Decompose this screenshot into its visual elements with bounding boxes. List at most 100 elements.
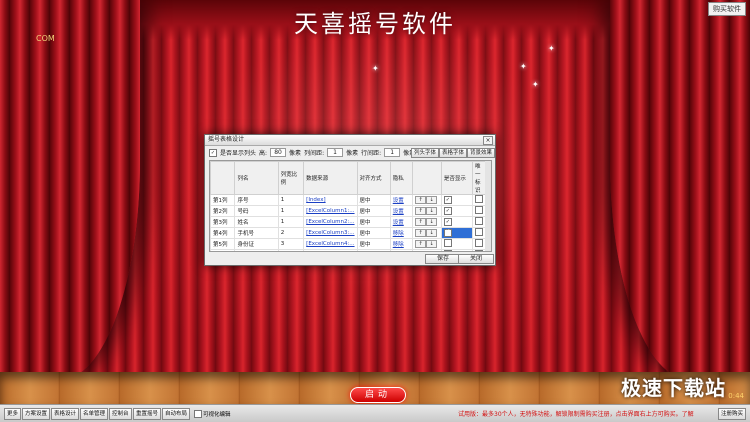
table-font-button[interactable]: 表格字体 bbox=[439, 148, 468, 158]
row-show-checkbox[interactable] bbox=[440, 238, 474, 250]
background-effect-button[interactable]: 背景效果 bbox=[467, 148, 495, 158]
save-button[interactable]: 保存 bbox=[425, 254, 461, 264]
show-check[interactable]: ✓ bbox=[443, 207, 452, 215]
unique-check[interactable] bbox=[475, 228, 483, 236]
row-data-source[interactable]: [ExcelColumn4:... bbox=[303, 238, 358, 250]
move-up-icon[interactable]: ↑ bbox=[415, 240, 427, 248]
unique-check[interactable] bbox=[475, 206, 483, 214]
table-row[interactable]: 第4列 手机号 2 [ExcelColumn3:... 居中 移除 ↑ ↓ 设 bbox=[210, 227, 486, 239]
row-data-source[interactable]: [ExcelColumn5:... bbox=[303, 249, 358, 251]
row-privacy-link[interactable]: 设置 bbox=[389, 216, 414, 228]
row-privacy-link[interactable]: 设置 bbox=[389, 194, 414, 206]
row-align-select[interactable]: 居中 bbox=[356, 194, 391, 206]
move-down-icon[interactable]: ↓ bbox=[426, 207, 438, 215]
table-row[interactable]: 第1列 序号 1 [Index] 居中 设置 ↑ ↓ ✓ bbox=[210, 194, 486, 206]
row-width-ratio[interactable]: 3 bbox=[277, 238, 305, 250]
move-down-icon[interactable]: ↓ bbox=[426, 240, 438, 248]
show-check[interactable]: ✓ bbox=[443, 218, 452, 226]
row-width-ratio[interactable]: 1 bbox=[277, 205, 305, 217]
row-privacy-link[interactable]: 设置 bbox=[389, 249, 414, 251]
buy-software-button[interactable]: 购买软件 bbox=[708, 2, 746, 16]
show-check[interactable]: 设 bbox=[443, 229, 452, 237]
row-show-checkbox[interactable]: 设 bbox=[440, 227, 474, 239]
move-up-icon[interactable]: ↑ bbox=[415, 207, 427, 215]
row-column-name[interactable]: 身份证 bbox=[234, 238, 279, 250]
row-data-source[interactable]: [Index] bbox=[303, 194, 358, 206]
show-check[interactable] bbox=[443, 250, 452, 251]
show-check[interactable] bbox=[443, 239, 452, 247]
table-design-button[interactable]: 表格设计 bbox=[51, 408, 80, 420]
row-privacy-link[interactable]: 设置 bbox=[389, 205, 414, 217]
console-button[interactable]: 控制台 bbox=[109, 408, 132, 420]
unique-check[interactable] bbox=[475, 239, 483, 247]
grid-header-row: 列名 列宽比例 数据来源 对齐方式 隐私 是否显示 唯一标识 bbox=[210, 161, 486, 195]
row-show-checkbox[interactable] bbox=[440, 249, 474, 251]
header-font-button[interactable]: 列头字体 bbox=[411, 148, 440, 158]
row-width-ratio[interactable]: 1 bbox=[277, 194, 305, 206]
table-row[interactable]: 第3列 姓名 1 [ExcelColumn2:... 居中 设置 ↑ ↓ ✓ bbox=[210, 216, 486, 228]
table-row[interactable]: 第2列 号码 1 [ExcelColumn1:... 居中 设置 ↑ ↓ ✓ bbox=[210, 205, 486, 217]
move-down-icon[interactable]: ↓ bbox=[426, 229, 438, 237]
row-align-select[interactable]: 居中 bbox=[356, 249, 391, 251]
row-width-ratio[interactable]: 1 bbox=[277, 216, 305, 228]
plan-settings-button[interactable]: 方案设置 bbox=[22, 408, 51, 420]
table-row[interactable]: 第6列证书编号2[ExcelColumn5:...居中设置↑↓ bbox=[210, 249, 486, 252]
close-icon[interactable]: × bbox=[483, 136, 493, 145]
row-privacy-link[interactable]: 移除 bbox=[389, 238, 414, 250]
register-purchase-button[interactable]: 注册购买 bbox=[717, 408, 746, 420]
visual-edit-checkbox[interactable] bbox=[194, 410, 202, 418]
bottom-toolbar: 更多 方案设置 表格设计 名单管理 控制台 重置摇号 自动布局 可视化编辑 试用… bbox=[0, 404, 750, 422]
unique-check[interactable] bbox=[475, 250, 483, 251]
move-down-icon[interactable]: ↓ bbox=[426, 251, 437, 252]
row-data-source[interactable]: [ExcelColumn3:... bbox=[303, 227, 358, 239]
move-up-icon[interactable]: ↑ bbox=[415, 251, 426, 252]
row-data-source[interactable]: [ExcelColumn2:... bbox=[303, 216, 358, 228]
row-align-select[interactable]: 居中 bbox=[356, 216, 391, 228]
show-check[interactable]: ✓ bbox=[443, 196, 452, 204]
row-unique-checkbox[interactable] bbox=[472, 216, 486, 228]
start-button[interactable]: 启动 bbox=[350, 387, 406, 403]
list-management-button[interactable]: 名单管理 bbox=[80, 408, 109, 420]
row-column-name[interactable]: 姓名 bbox=[234, 216, 279, 228]
row-show-checkbox[interactable]: ✓ bbox=[440, 194, 474, 206]
row-unique-checkbox[interactable] bbox=[472, 238, 486, 250]
more-button[interactable]: 更多 bbox=[4, 408, 22, 420]
move-up-icon[interactable]: ↑ bbox=[415, 196, 427, 204]
height-input[interactable]: 80 bbox=[270, 148, 287, 157]
auto-layout-button[interactable]: 自动布局 bbox=[162, 408, 191, 420]
row-column-name[interactable]: 序号 bbox=[234, 194, 279, 206]
row-column-index: 第1列 bbox=[210, 194, 236, 206]
row-data-source[interactable]: [ExcelColumn1:... bbox=[303, 205, 358, 217]
row-align-select[interactable]: 居中 bbox=[356, 238, 391, 250]
row-unique-checkbox[interactable] bbox=[472, 227, 486, 239]
row-unique-checkbox[interactable] bbox=[472, 249, 486, 251]
row-privacy-link[interactable]: 移除 bbox=[389, 227, 414, 239]
row-column-name[interactable]: 证书编号 bbox=[234, 249, 279, 251]
row-align-select[interactable]: 居中 bbox=[356, 227, 391, 239]
move-up-icon[interactable]: ↑ bbox=[415, 229, 427, 237]
countdown-display: 0:44 bbox=[728, 392, 744, 400]
table-row[interactable]: 第5列 身份证 3 [ExcelColumn4:... 居中 移除 ↑ ↓ bbox=[210, 238, 486, 250]
row-unique-checkbox[interactable] bbox=[472, 194, 486, 206]
row-show-checkbox[interactable]: ✓ bbox=[440, 216, 474, 228]
row-gap-input[interactable]: 1 bbox=[384, 148, 401, 157]
close-button[interactable]: 关闭 bbox=[458, 254, 494, 264]
row-align-select[interactable]: 居中 bbox=[356, 205, 391, 217]
move-down-icon[interactable]: ↓ bbox=[426, 196, 438, 204]
reset-lottery-button[interactable]: 重置摇号 bbox=[133, 408, 162, 420]
show-header-checkbox[interactable]: ✓ bbox=[209, 148, 217, 157]
row-move-buttons: ↑↓ bbox=[412, 249, 442, 252]
row-column-name[interactable]: 手机号 bbox=[234, 227, 279, 239]
grid-scrollbar[interactable] bbox=[485, 160, 492, 252]
row-width-ratio[interactable]: 2 bbox=[277, 227, 305, 239]
unique-check[interactable] bbox=[475, 217, 483, 225]
row-unique-checkbox[interactable] bbox=[472, 205, 486, 217]
col-gap-input[interactable]: 1 bbox=[327, 148, 344, 157]
row-show-checkbox[interactable]: ✓ bbox=[440, 205, 474, 217]
row-column-name[interactable]: 号码 bbox=[234, 205, 279, 217]
unique-check[interactable] bbox=[475, 195, 483, 203]
move-down-icon[interactable]: ↓ bbox=[426, 218, 438, 226]
row-width-ratio[interactable]: 2 bbox=[277, 249, 305, 251]
move-up-icon[interactable]: ↑ bbox=[415, 218, 427, 226]
row-column-index: 第2列 bbox=[210, 205, 236, 217]
